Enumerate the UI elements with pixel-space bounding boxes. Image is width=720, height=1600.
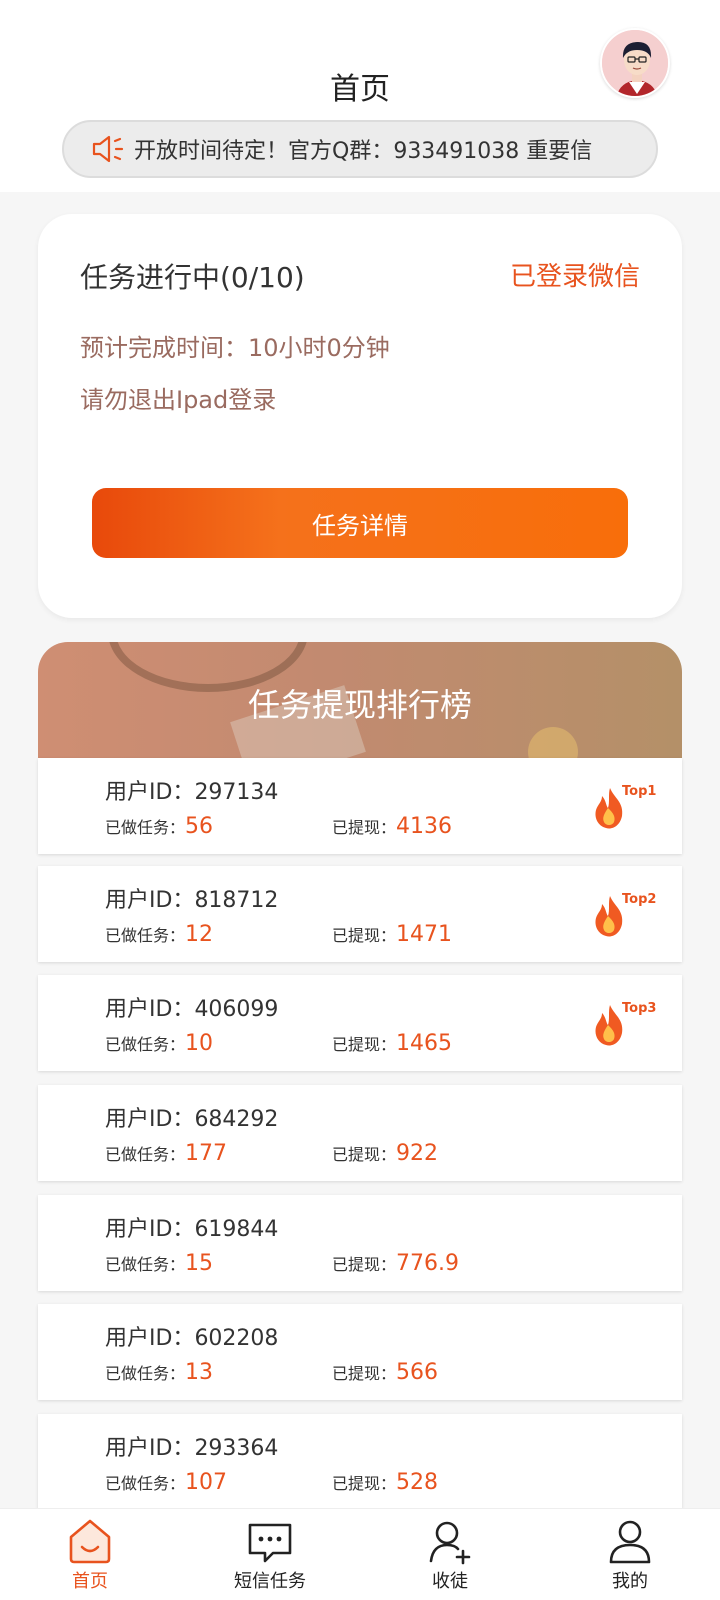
tasks-done: 已做任务：10 (105, 1031, 214, 1056)
tab-recruit[interactable]: 收徒 (360, 1509, 540, 1600)
ranking-banner: 任务提现排行榜 (38, 642, 682, 758)
ranking-row[interactable]: 用户ID：602208 已做任务：13 已提现：566 (38, 1304, 682, 1400)
ranking-row[interactable]: 用户ID：818712 已做任务：12 已提现：1471 Top2 (38, 866, 682, 962)
tab-profile-label: 我的 (612, 1571, 648, 1592)
task-card: 任务进行中(0/10) 已登录微信 预计完成时间：10小时0分钟 请勿退出Ipa… (38, 214, 682, 618)
ipad-warning: 请勿退出Ipad登录 (80, 386, 277, 414)
bottom-tab-bar: 首页 短信任务 收徒 我的 (0, 1508, 720, 1600)
wechat-login-status: 已登录微信 (509, 262, 640, 292)
amount-withdrawn: 已提现：4136 (332, 814, 453, 839)
tasks-done: 已做任务：15 (105, 1251, 214, 1276)
profile-icon (609, 1520, 651, 1564)
tasks-done: 已做任务：13 (105, 1360, 214, 1385)
header: 首页 开放时间待定！官方Q群：933491038 重要信 (0, 0, 720, 192)
amount-withdrawn: 已提现：922 (332, 1141, 439, 1166)
add-user-icon (429, 1521, 471, 1565)
tab-sms-tasks-label: 短信任务 (234, 1571, 306, 1592)
amount-withdrawn: 已提现：1465 (332, 1031, 453, 1056)
tab-home-label: 首页 (72, 1571, 108, 1592)
notice-bar[interactable]: 开放时间待定！官方Q群：933491038 重要信 (62, 120, 658, 178)
user-id: 用户ID：619844 (105, 1217, 279, 1242)
tasks-done: 已做任务：12 (105, 922, 214, 947)
amount-withdrawn: 已提现：528 (332, 1470, 439, 1495)
top-rank-label: Top2 (622, 892, 657, 907)
task-detail-button[interactable]: 任务详情 (92, 488, 628, 558)
message-icon (248, 1523, 292, 1563)
ranking-row[interactable]: 用户ID：406099 已做任务：10 已提现：1465 Top3 (38, 975, 682, 1071)
amount-withdrawn: 已提现：1471 (332, 922, 453, 947)
user-id: 用户ID：293364 (105, 1436, 279, 1461)
ranking-row[interactable]: 用户ID：293364 已做任务：107 已提现：528 (38, 1414, 682, 1510)
amount-withdrawn: 已提现：566 (332, 1360, 439, 1385)
ranking-row[interactable]: 用户ID：619844 已做任务：15 已提现：776.9 (38, 1195, 682, 1291)
estimated-time: 预计完成时间：10小时0分钟 (80, 334, 390, 362)
user-id: 用户ID：406099 (105, 997, 279, 1022)
top-rank-badge: Top2 (590, 888, 660, 944)
top-rank-label: Top1 (622, 784, 657, 799)
top-rank-badge: Top3 (590, 997, 660, 1053)
amount-withdrawn: 已提现：776.9 (332, 1251, 459, 1276)
home-icon (69, 1519, 111, 1564)
user-id: 用户ID：297134 (105, 780, 279, 805)
tasks-done: 已做任务：177 (105, 1141, 228, 1166)
banner-decoration (528, 727, 578, 758)
notice-text: 开放时间待定！官方Q群：933491038 重要信 (134, 139, 593, 164)
ranking-row[interactable]: 用户ID：684292 已做任务：177 已提现：922 (38, 1085, 682, 1181)
speaker-icon (92, 135, 124, 163)
top-rank-label: Top3 (622, 1001, 657, 1016)
tab-sms-tasks[interactable]: 短信任务 (180, 1509, 360, 1600)
avatar[interactable] (600, 28, 670, 98)
tasks-done: 已做任务：107 (105, 1470, 228, 1495)
user-id: 用户ID：602208 (105, 1326, 279, 1351)
tab-profile[interactable]: 我的 (540, 1509, 720, 1600)
tab-home[interactable]: 首页 (0, 1509, 180, 1600)
task-progress-title: 任务进行中(0/10) (80, 261, 305, 294)
user-id: 用户ID：684292 (105, 1107, 279, 1132)
user-id: 用户ID：818712 (105, 888, 279, 913)
ranking-title: 任务提现排行榜 (247, 686, 472, 724)
tasks-done: 已做任务：56 (105, 814, 214, 839)
tab-recruit-label: 收徒 (432, 1571, 468, 1592)
top-rank-badge: Top1 (590, 780, 660, 836)
ranking-row[interactable]: 用户ID：297134 已做任务：56 已提现：4136 Top1 (38, 758, 682, 854)
